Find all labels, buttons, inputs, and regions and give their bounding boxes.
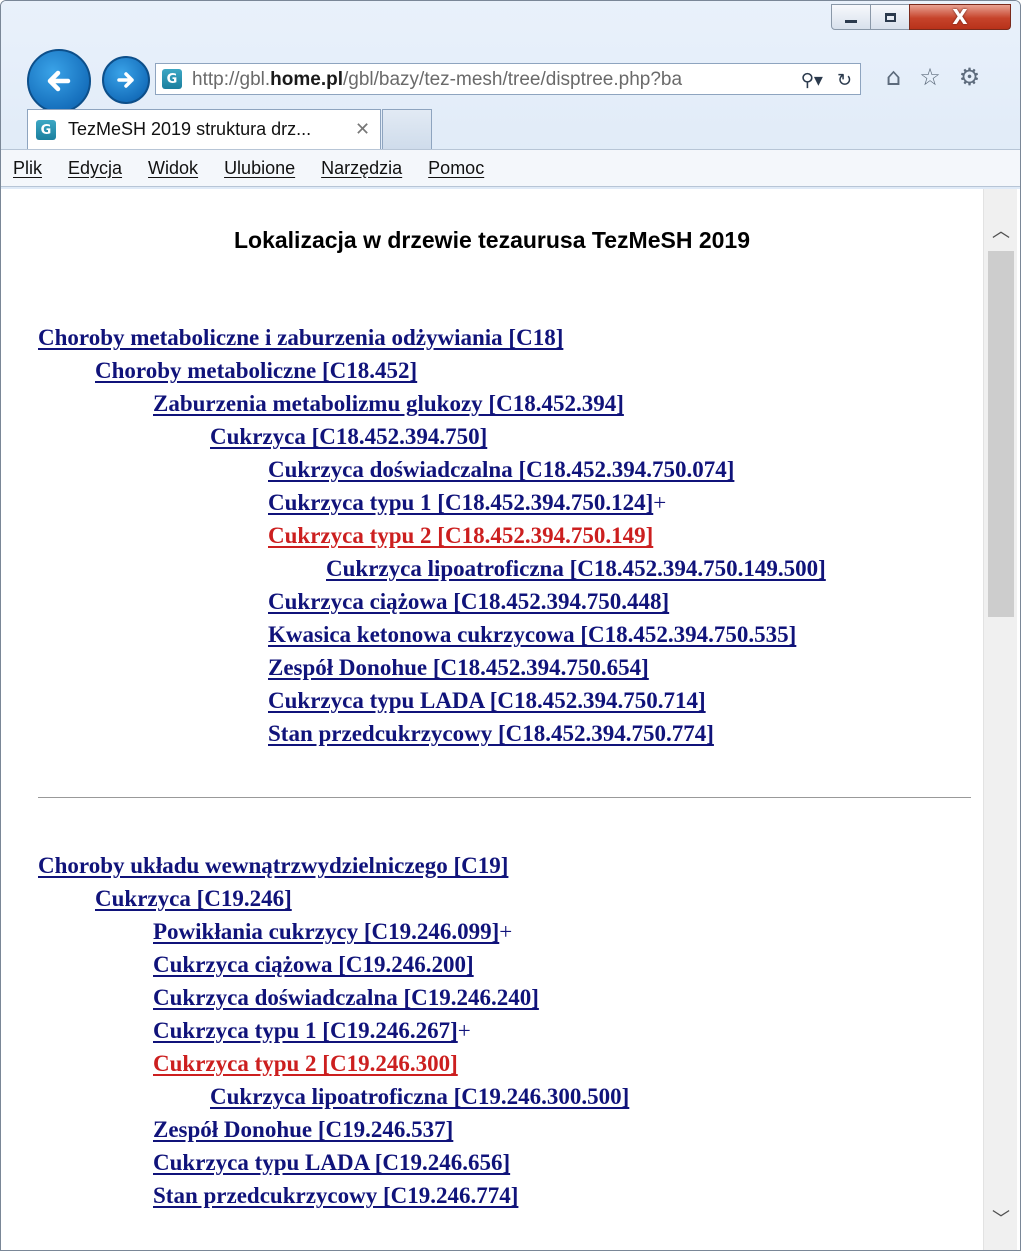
toolbar-icons: ⌂ ☆ ⚙ xyxy=(886,63,980,91)
home-icon[interactable]: ⌂ xyxy=(886,63,901,91)
expand-plus[interactable]: + xyxy=(499,919,512,944)
page-title: Lokalizacja w drzewie tezaurusa TezMeSH … xyxy=(233,227,750,253)
tree-link[interactable]: Cukrzyca doświadczalna [C18.452.394.750.… xyxy=(268,457,734,482)
tree-link[interactable]: Cukrzyca lipoatroficzna [C18.452.394.750… xyxy=(326,556,826,581)
minimize-icon xyxy=(845,19,857,23)
browser-window: X G http://gbl.home.pl/gbl/bazy/tez-mesh… xyxy=(0,0,1021,1251)
page-content: Lokalizacja w drzewie tezaurusa TezMeSH … xyxy=(1,189,983,1250)
tree-link-current[interactable]: Cukrzyca typu 2 [C19.246.300] xyxy=(153,1051,458,1076)
tree-row: Zespół Donohue [C18.452.394.750.654] xyxy=(38,651,826,684)
scroll-up-icon[interactable]: ︿ xyxy=(984,213,1018,247)
vertical-scrollbar[interactable]: ︿ ﹀ xyxy=(983,189,1017,1250)
forward-arrow-icon xyxy=(117,72,134,88)
tree-row: Choroby metaboliczne i zaburzenia odżywi… xyxy=(38,321,826,354)
tree-link[interactable]: Stan przedcukrzycowy [C19.246.774] xyxy=(153,1183,518,1208)
tree-link[interactable]: Cukrzyca typu LADA [C18.452.394.750.714] xyxy=(268,688,706,713)
tree-row: Zaburzenia metabolizmu glukozy [C18.452.… xyxy=(38,387,826,420)
tab-favicon-icon: G xyxy=(36,120,56,140)
tree-link[interactable]: Cukrzyca lipoatroficzna [C19.246.300.500… xyxy=(210,1084,629,1109)
tree-row: Cukrzyca doświadczalna [C18.452.394.750.… xyxy=(38,453,826,486)
url-text[interactable]: http://gbl.home.pl/gbl/bazy/tez-mesh/tre… xyxy=(192,69,752,91)
tree-link[interactable]: Cukrzyca ciążowa [C19.246.200] xyxy=(153,952,474,977)
tree-link-current[interactable]: Cukrzyca typu 2 [C18.452.394.750.149] xyxy=(268,523,653,548)
tree-link[interactable]: Choroby metaboliczne i zaburzenia odżywi… xyxy=(38,325,563,350)
tree-link[interactable]: Cukrzyca [C19.246] xyxy=(95,886,292,911)
tree-row: Stan przedcukrzycowy [C19.246.774] xyxy=(38,1179,629,1212)
tab-active[interactable]: G TezMeSH 2019 struktura drz... ✕ xyxy=(27,109,381,149)
menu-item-plik[interactable]: Plik xyxy=(13,158,42,179)
tree-c19: Choroby układu wewnątrzwydzielniczego [C… xyxy=(38,849,629,1212)
close-window-button[interactable]: X xyxy=(909,4,1011,30)
tree-link[interactable]: Cukrzyca typu 1 [C18.452.394.750.124] xyxy=(268,490,653,515)
section-divider xyxy=(38,797,971,798)
tree-link[interactable]: Zespół Donohue [C18.452.394.750.654] xyxy=(268,655,649,680)
tree-link[interactable]: Powikłania cukrzycy [C19.246.099] xyxy=(153,919,499,944)
back-arrow-icon xyxy=(47,70,71,92)
tree-link[interactable]: Zespół Donohue [C19.246.537] xyxy=(153,1117,453,1142)
url-host: home.pl xyxy=(270,69,344,90)
tree-row: Cukrzyca lipoatroficzna [C19.246.300.500… xyxy=(38,1080,629,1113)
tree-row: Powikłania cukrzycy [C19.246.099]+ xyxy=(38,915,629,948)
menu-item-edycja[interactable]: Edycja xyxy=(68,158,122,179)
tree-link[interactable]: Cukrzyca ciążowa [C18.452.394.750.448] xyxy=(268,589,669,614)
tab-close-icon[interactable]: ✕ xyxy=(355,119,370,140)
tree-row: Choroby układu wewnątrzwydzielniczego [C… xyxy=(38,849,629,882)
address-bar[interactable]: G http://gbl.home.pl/gbl/bazy/tez-mesh/t… xyxy=(155,63,861,95)
url-path: /gbl/bazy/tez-mesh/tree/disptree.php?ba xyxy=(343,69,683,90)
forward-button[interactable] xyxy=(102,56,150,104)
tree-link[interactable]: Zaburzenia metabolizmu glukozy [C18.452.… xyxy=(153,391,624,416)
scroll-thumb[interactable] xyxy=(988,251,1014,617)
tree-row: Cukrzyca ciążowa [C19.246.200] xyxy=(38,948,629,981)
scroll-down-icon[interactable]: ﹀ xyxy=(984,1201,1018,1235)
tree-link[interactable]: Cukrzyca typu LADA [C19.246.656] xyxy=(153,1150,510,1175)
tree-c18: Choroby metaboliczne i zaburzenia odżywi… xyxy=(38,321,826,750)
tree-row: Cukrzyca typu 2 [C18.452.394.750.149] xyxy=(38,519,826,552)
tree-row: Cukrzyca ciążowa [C18.452.394.750.448] xyxy=(38,585,826,618)
maximize-button[interactable] xyxy=(870,4,910,30)
tree-link[interactable]: Choroby układu wewnątrzwydzielniczego [C… xyxy=(38,853,508,878)
tree-link[interactable]: Cukrzyca doświadczalna [C19.246.240] xyxy=(153,985,539,1010)
address-bar-icons: ⚲▾ ↻ xyxy=(801,67,852,93)
expand-plus[interactable]: + xyxy=(653,490,666,515)
tree-row: Cukrzyca typu LADA [C18.452.394.750.714] xyxy=(38,684,826,717)
tree-link[interactable]: Kwasica ketonowa cukrzycowa [C18.452.394… xyxy=(268,622,796,647)
tree-row: Cukrzyca lipoatroficzna [C18.452.394.750… xyxy=(38,552,826,585)
back-button[interactable] xyxy=(27,49,91,113)
tab-title: TezMeSH 2019 struktura drz... xyxy=(68,119,312,139)
tree-row: Choroby metaboliczne [C18.452] xyxy=(38,354,826,387)
refresh-icon[interactable]: ↻ xyxy=(837,70,852,91)
minimize-button[interactable] xyxy=(831,4,871,30)
tree-row: Cukrzyca typu 1 [C18.452.394.750.124]+ xyxy=(38,486,826,519)
browser-chrome: X G http://gbl.home.pl/gbl/bazy/tez-mesh… xyxy=(1,1,1020,189)
tree-link[interactable]: Choroby metaboliczne [C18.452] xyxy=(95,358,417,383)
site-favicon-icon: G xyxy=(162,69,182,89)
tree-row: Cukrzyca [C19.246] xyxy=(38,882,629,915)
menu-item-narzedzia[interactable]: Narzędzia xyxy=(321,158,402,179)
search-icon[interactable]: ⚲▾ xyxy=(801,70,823,91)
tree-row: Cukrzyca doświadczalna [C19.246.240] xyxy=(38,981,629,1014)
menu-item-pomoc[interactable]: Pomoc xyxy=(428,158,484,179)
tree-row: Zespół Donohue [C19.246.537] xyxy=(38,1113,629,1146)
menu-bar: Plik Edycja Widok Ulubione Narzędzia Pom… xyxy=(1,149,1020,187)
favorites-star-icon[interactable]: ☆ xyxy=(919,63,941,91)
close-icon: X xyxy=(952,5,968,29)
tree-row: Cukrzyca typu 2 [C19.246.300] xyxy=(38,1047,629,1080)
url-prefix: http://gbl. xyxy=(192,69,271,90)
tree-row: Stan przedcukrzycowy [C18.452.394.750.77… xyxy=(38,717,826,750)
menu-item-ulubione[interactable]: Ulubione xyxy=(224,158,295,179)
tree-row: Cukrzyca [C18.452.394.750] xyxy=(38,420,826,453)
tree-link[interactable]: Cukrzyca typu 1 [C19.246.267] xyxy=(153,1018,458,1043)
tree-row: Kwasica ketonowa cukrzycowa [C18.452.394… xyxy=(38,618,826,651)
menu-item-widok[interactable]: Widok xyxy=(148,158,198,179)
tree-row: Cukrzyca typu 1 [C19.246.267]+ xyxy=(38,1014,629,1047)
tree-link[interactable]: Cukrzyca [C18.452.394.750] xyxy=(210,424,487,449)
settings-gear-icon[interactable]: ⚙ xyxy=(959,63,981,91)
expand-plus[interactable]: + xyxy=(458,1018,471,1043)
new-tab-button[interactable] xyxy=(382,109,432,149)
tree-row: Cukrzyca typu LADA [C19.246.656] xyxy=(38,1146,629,1179)
maximize-icon xyxy=(884,12,896,22)
tree-link[interactable]: Stan przedcukrzycowy [C18.452.394.750.77… xyxy=(268,721,714,746)
